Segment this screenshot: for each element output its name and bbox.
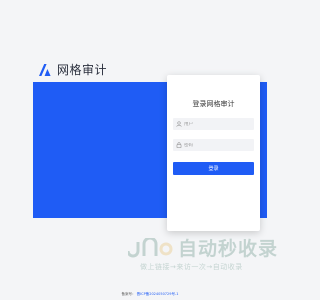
watermark: 自动秒收录 做上链接→来访一次→自动收录 <box>128 238 278 272</box>
footer: 备案号： 晋ICP备2024050729号-1 <box>0 292 300 297</box>
brand-name: 网格审计 <box>57 63 108 77</box>
password-input[interactable] <box>184 142 254 148</box>
watermark-row: 自动秒收录 <box>128 238 278 260</box>
watermark-logo-icon <box>128 238 173 258</box>
user-icon <box>176 121 182 127</box>
login-page: 网格审计 登录网格审计 登录 自动秒收录 <box>0 0 300 300</box>
icp-link[interactable]: 晋ICP备2024050729号-1 <box>137 292 179 296</box>
footer-prefix: 备案号： <box>121 292 136 296</box>
brand-logo-icon <box>39 63 51 76</box>
login-title: 登录网格审计 <box>192 100 235 108</box>
username-input[interactable] <box>184 121 254 127</box>
brand: 网格审计 <box>38 61 107 78</box>
login-card: 登录网格审计 登录 <box>167 75 260 231</box>
password-field[interactable] <box>173 139 254 151</box>
login-button[interactable]: 登录 <box>173 162 254 175</box>
username-field[interactable] <box>173 118 254 130</box>
watermark-title: 自动秒收录 <box>178 238 279 260</box>
lock-icon <box>176 142 182 148</box>
watermark-subtitle: 做上链接→来访一次→自动收录 <box>140 263 243 271</box>
